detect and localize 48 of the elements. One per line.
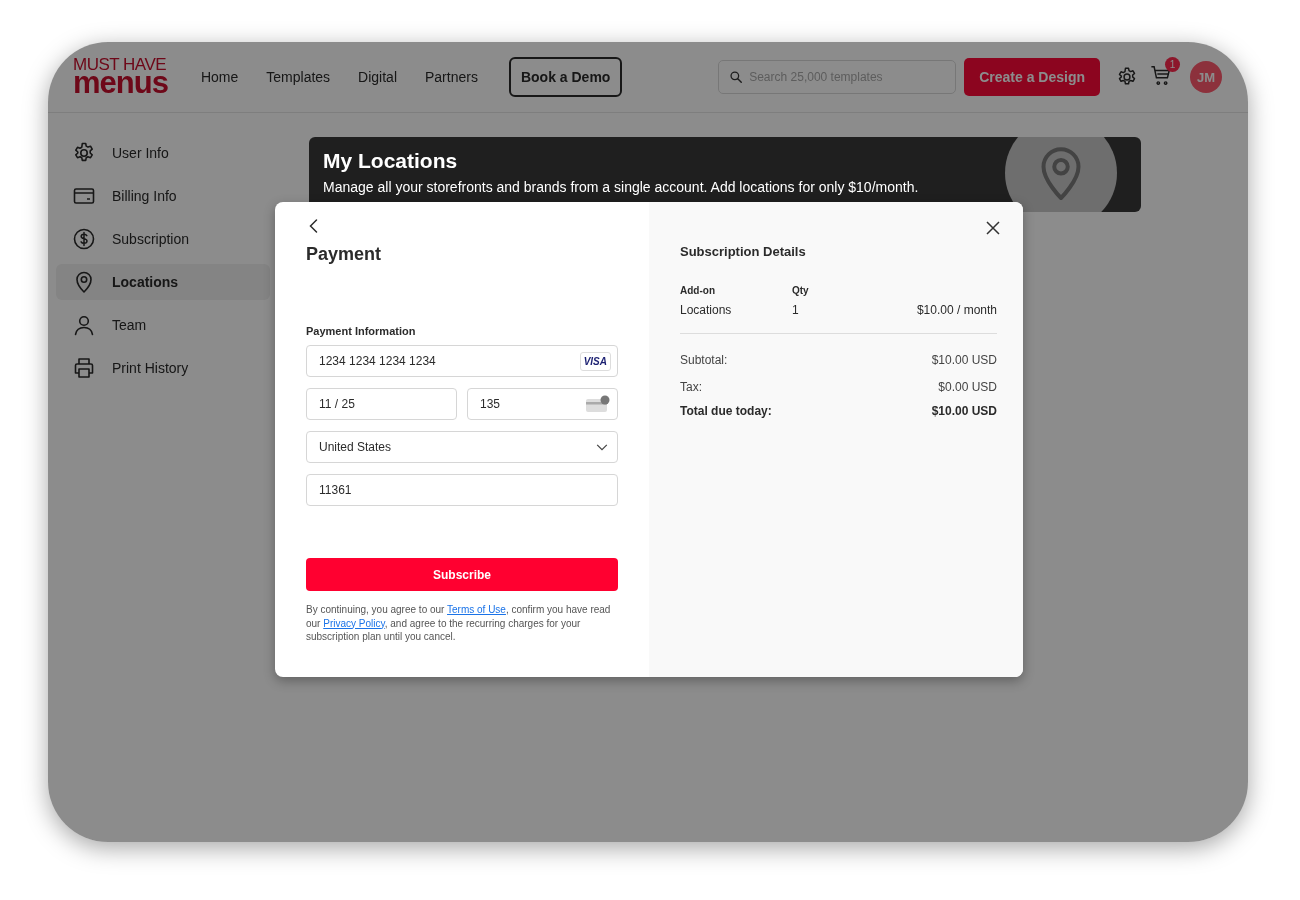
summary-label: Subtotal: (680, 353, 728, 367)
cvc-field[interactable]: 135 (467, 388, 618, 420)
item-price: $10.00 / month (915, 303, 997, 317)
policy-link[interactable]: Terms of Use (447, 604, 506, 615)
subscribe-button[interactable]: Subscribe (306, 558, 618, 591)
summary-label: Tax: (680, 380, 702, 394)
sidebar-item[interactable]: Locations (56, 264, 270, 300)
summary-value: $10.00 USD (931, 404, 997, 418)
item-quantity: 1 (792, 303, 800, 317)
cart-count-badge: 1 (1165, 57, 1180, 72)
dialog-title: Payment (306, 244, 383, 265)
close-icon[interactable] (985, 220, 1001, 236)
sidebar-item[interactable]: Print History (56, 350, 270, 386)
card-number-field[interactable]: 1234 1234 1234 1234 VISA (306, 345, 618, 377)
zip-code-field[interactable]: 11361 (306, 474, 618, 506)
search-icon (729, 70, 744, 84)
nav-link[interactable]: Home (200, 69, 239, 85)
summary-value: $0.00 USD (938, 380, 997, 394)
item-name: Locations (680, 303, 733, 317)
summary-value: $10.00 USD (931, 353, 997, 367)
person-icon (72, 313, 96, 337)
sidebar-item[interactable]: User Info (56, 135, 270, 171)
nav-link[interactable]: Partners (425, 69, 478, 85)
nav-link[interactable]: Templates (266, 69, 331, 85)
printer-icon (72, 356, 96, 380)
card-brand-logo: VISA (579, 351, 611, 371)
cart-icon[interactable] (1150, 64, 1172, 86)
create-design-button[interactable]: Create a Design (964, 58, 1100, 96)
settings-icon[interactable] (1116, 66, 1138, 88)
nav-link[interactable]: Digital (358, 69, 397, 85)
column-header: Add-on (680, 285, 716, 296)
expiry-field[interactable]: 11 / 25 (306, 388, 457, 420)
country-select[interactable]: United States (306, 431, 618, 463)
section-label: Payment Information (306, 325, 417, 337)
book-demo-button[interactable]: Book a Demo (508, 57, 623, 97)
policy-link[interactable]: Privacy Policy (323, 617, 385, 629)
dollar-icon (72, 227, 96, 251)
sidebar-item[interactable]: Billing Info (56, 178, 270, 214)
banner-text: Manage all your storefronts and brands from a single account. Add locations for only $10/month. (323, 179, 919, 195)
legal-notice: By continuing, you agree to our Terms of Use, confirm you have read our Privacy Policy, and agree to the recurring charges for your subscription plan until you cancel. (306, 603, 612, 644)
card-back-icon (585, 395, 611, 413)
banner-title: My Locations (323, 149, 458, 173)
sidebar-item[interactable]: Team (56, 307, 270, 343)
column-header: Qty (792, 285, 810, 296)
sidebar-item[interactable]: Subscription (56, 221, 270, 257)
logo[interactable]: MUST HAVE menus (73, 57, 168, 97)
summary-label: Total due today: (680, 404, 772, 418)
details-title: Subscription Details (680, 244, 807, 259)
